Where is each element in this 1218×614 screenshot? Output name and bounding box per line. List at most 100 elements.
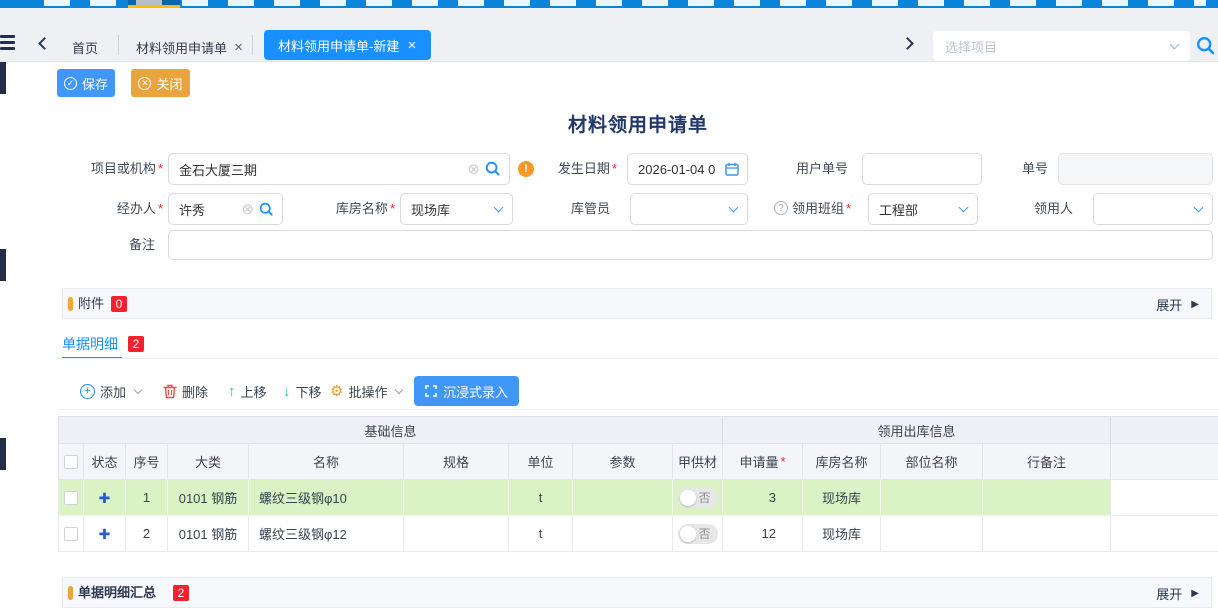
select-all-checkbox[interactable] (64, 455, 78, 469)
tab-doc-new-label: 材料领用申请单-新建 (278, 36, 399, 55)
team-select-value: 工程部 (879, 200, 960, 219)
back-chevron-icon[interactable] (38, 37, 51, 50)
summary-expand-button[interactable]: 展开 ▶ (1156, 578, 1199, 608)
page-title: 材料领用申请单 (58, 110, 1218, 137)
batch-label: 批操作 (348, 382, 387, 401)
group-basic-info: 基础信息 (58, 417, 723, 444)
tab-home-label: 首页 (72, 38, 98, 57)
keeper-select[interactable] (630, 193, 748, 225)
row-qty[interactable]: 3 (723, 480, 803, 516)
clear-icon[interactable]: ⊗ (241, 202, 254, 217)
tab-doc-new-active[interactable]: 材料领用申请单-新建 ✕ (264, 30, 431, 60)
close-button[interactable]: ✕ 关闭 (131, 69, 190, 97)
delete-row-button[interactable]: 删除 (163, 376, 208, 406)
move-down-button[interactable]: ↓ 下移 (283, 376, 322, 406)
forward-chevron-icon[interactable] (901, 37, 914, 50)
arrow-up-icon: ↑ (228, 384, 236, 399)
close-button-label: 关闭 (156, 74, 182, 93)
handler-input[interactable] (169, 202, 241, 217)
row-new-icon: ✚ (99, 527, 111, 541)
team-select[interactable]: 工程部 (868, 193, 978, 225)
col-status: 状态 (84, 444, 126, 480)
col-part: 部位名称 (881, 444, 983, 480)
table-row[interactable]: ✚ 2 0101 钢筋 螺纹三级钢φ12 t 否 12 现场库 (58, 516, 1218, 552)
toggle-label: 否 (698, 488, 710, 508)
toggle-label: 否 (698, 524, 710, 544)
top-menu-active-item[interactable] (128, 0, 180, 8)
doc-no-field (1058, 153, 1213, 185)
add-row-button[interactable]: + 添加 (80, 376, 141, 406)
project-select[interactable]: 选择项目 (933, 31, 1190, 61)
expand-arrow-icon: ▶ (1191, 588, 1199, 599)
row-owner-supplied: 否 (673, 516, 723, 552)
date-field[interactable] (627, 153, 748, 185)
batch-ops-button[interactable]: ⚙ 批操作 (330, 376, 402, 406)
row-part (881, 480, 983, 516)
clear-icon[interactable]: ⊗ (467, 162, 480, 177)
save-button[interactable]: ✓ 保存 (57, 69, 115, 97)
row-param (573, 516, 673, 552)
doc-no-label: 单号 (948, 153, 1048, 185)
project-field[interactable]: ⊗ (168, 153, 510, 185)
chevron-down-icon (494, 203, 504, 213)
hamburger-icon[interactable] (0, 35, 15, 51)
move-down-label: 下移 (296, 382, 322, 401)
row-part (881, 516, 983, 552)
toolbar-divider (58, 409, 1218, 410)
row-checkbox[interactable] (64, 491, 78, 505)
check-circle-icon: ✓ (64, 77, 77, 90)
project-input[interactable] (169, 162, 467, 177)
plus-circle-icon: + (80, 384, 95, 399)
left-rail-mark (0, 62, 6, 94)
calendar-icon[interactable] (725, 162, 739, 176)
remark-input[interactable] (169, 238, 1212, 253)
row-name: 螺纹三级钢φ10 (249, 480, 404, 516)
user-no-label: 用户单号 (748, 153, 848, 185)
detail-tab-border (58, 358, 1218, 359)
attachments-label: 附件 (78, 289, 104, 319)
attachments-section-bar: 附件 0 展开 ▶ (62, 288, 1212, 319)
add-label: 添加 (100, 382, 126, 401)
col-param: 参数 (573, 444, 673, 480)
row-line-remark (983, 480, 1111, 516)
date-label: 发生日期* (512, 153, 617, 185)
search-icon[interactable] (259, 202, 274, 217)
close-tab-icon[interactable]: ✕ (407, 39, 416, 52)
row-status-cell: ✚ (84, 516, 126, 552)
move-up-button[interactable]: ↑ 上移 (228, 376, 267, 406)
immersive-entry-button[interactable]: 沉浸式录入 (414, 376, 519, 406)
chevron-down-icon (959, 203, 969, 213)
table-row[interactable]: ✚ 1 0101 钢筋 螺纹三级钢φ10 t 否 3 现场库 (58, 480, 1218, 516)
warehouse-select[interactable]: 现场库 (400, 193, 513, 225)
tab-detail[interactable]: 单据明细 (62, 334, 118, 354)
row-checkbox[interactable] (64, 527, 78, 541)
question-circle-icon[interactable]: ? (774, 201, 788, 215)
remark-field[interactable] (168, 230, 1213, 260)
recipient-label: 领用人 (985, 193, 1073, 225)
col-name: 名称 (249, 444, 404, 480)
search-icon[interactable] (485, 161, 501, 177)
col-unit: 单位 (509, 444, 573, 480)
tab-home[interactable]: 首页 (72, 38, 98, 57)
handler-field[interactable]: ⊗ (168, 193, 283, 225)
move-up-label: 上移 (241, 382, 267, 401)
owner-supplied-toggle[interactable]: 否 (678, 488, 718, 508)
table-header-row: 状态 序号 大类 名称 规格 单位 参数 甲供材 申请量* 库房名称 部位名称 … (58, 444, 1218, 480)
project-label: 项目或机构* (58, 153, 163, 185)
header-checkbox-cell (58, 444, 84, 480)
attachments-expand-button[interactable]: 展开 ▶ (1156, 289, 1199, 319)
search-icon[interactable] (1196, 36, 1216, 56)
date-input[interactable] (628, 162, 725, 177)
summary-label: 单据明细汇总 (78, 578, 156, 608)
col-warehouse: 库房名称 (803, 444, 881, 480)
tab-doc[interactable]: 材料领用申请单 ✕ (136, 38, 243, 57)
row-unit: t (509, 480, 573, 516)
row-warehouse: 现场库 (803, 480, 881, 516)
gear-icon: ⚙ (330, 384, 343, 399)
close-tab-icon[interactable]: ✕ (234, 41, 243, 54)
fullscreen-corners-icon (425, 385, 437, 397)
recipient-select[interactable] (1093, 193, 1213, 225)
col-category: 大类 (168, 444, 249, 480)
row-qty[interactable]: 12 (723, 516, 803, 552)
owner-supplied-toggle[interactable]: 否 (678, 524, 718, 544)
